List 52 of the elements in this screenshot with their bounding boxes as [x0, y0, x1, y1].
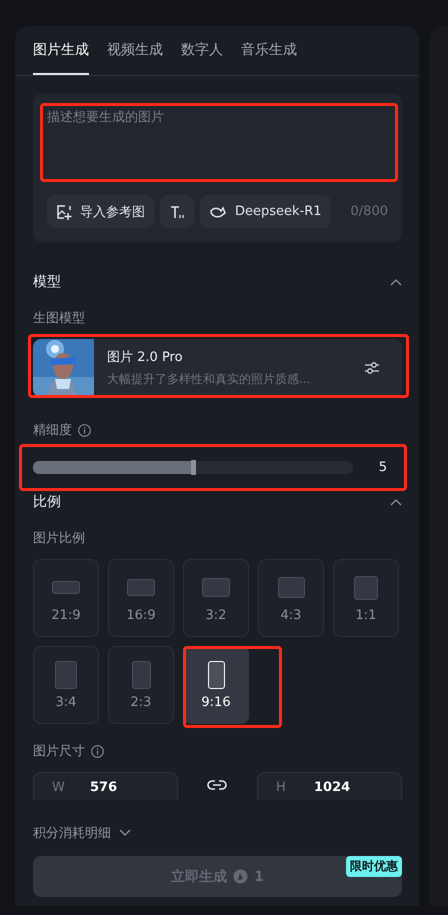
ratio-option[interactable]: 4:3 [258, 559, 324, 637]
tab[interactable]: 音乐生成 [241, 26, 297, 75]
model-toggle-button[interactable]: Deepseek-R1 [200, 195, 331, 228]
prompt-field[interactable]: 描述想要生成的图片 导入参考图 Deepseek-R1 0/800 [33, 94, 402, 242]
ratio-shape-icon [55, 660, 77, 688]
import-reference-button[interactable]: 导入参考图 [47, 195, 154, 228]
coin-icon [233, 869, 248, 884]
field-label: 精细度 [33, 422, 72, 439]
ratio-shape-icon [208, 660, 224, 688]
info-icon[interactable] [91, 744, 104, 758]
ratio-option[interactable]: 16:9 [108, 559, 174, 637]
ratio-shape-icon [127, 579, 155, 596]
ratio-shape-icon [278, 577, 304, 598]
field-label: 生图模型 [33, 310, 85, 327]
model-name: 图片 2.0 Pro [107, 349, 184, 366]
section-title: 比例 [33, 493, 61, 511]
link-icon[interactable] [207, 779, 227, 791]
whale-icon [209, 204, 227, 218]
promo-badge: 限时优惠 [346, 856, 402, 877]
ratio-option[interactable]: 21:9 [33, 559, 99, 637]
ratio-option[interactable]: 3:4 [33, 646, 99, 724]
width-field[interactable]: W 576 [33, 772, 178, 800]
model-card[interactable]: 图片 2.0 Pro 大幅提升了多样性和真实的照片质感... [33, 339, 402, 397]
height-field[interactable]: H 1024 [257, 772, 402, 800]
sliders-icon[interactable] [364, 360, 380, 376]
text-icon [169, 204, 185, 220]
chevron-down-icon[interactable] [119, 829, 131, 837]
ratio-option[interactable]: 1:1 [333, 559, 399, 637]
ratio-option[interactable]: 9:16 [183, 646, 249, 724]
ratio-shape-icon [132, 660, 150, 688]
slider-thumb[interactable] [191, 460, 196, 474]
tab[interactable]: 图片生成 [33, 26, 89, 75]
section-title: 模型 [33, 273, 61, 291]
ratio-shape-icon [354, 576, 378, 600]
tab[interactable]: 数字人 [181, 26, 223, 75]
tab[interactable]: 视频生成 [107, 26, 163, 75]
field-label: 图片尺寸 [33, 743, 85, 760]
field-label: 图片比例 [33, 530, 85, 547]
ratio-shape-icon [52, 581, 80, 594]
info-icon[interactable] [78, 424, 91, 436]
image-add-icon [56, 204, 72, 220]
cost-details-link[interactable]: 积分消耗明细 [33, 824, 111, 842]
model-description: 大幅提升了多样性和真实的照片质感... [107, 371, 312, 388]
slider-value: 5 [378, 460, 387, 474]
ratio-option[interactable]: 3:2 [183, 559, 249, 637]
slider-track[interactable] [33, 460, 353, 474]
text-style-button[interactable] [160, 195, 194, 228]
chevron-up-icon[interactable] [390, 498, 402, 506]
ratio-option[interactable]: 2:3 [108, 646, 174, 724]
ratio-shape-icon [202, 578, 230, 597]
character-counter: 0/800 [350, 204, 388, 219]
chevron-up-icon[interactable] [390, 278, 402, 286]
